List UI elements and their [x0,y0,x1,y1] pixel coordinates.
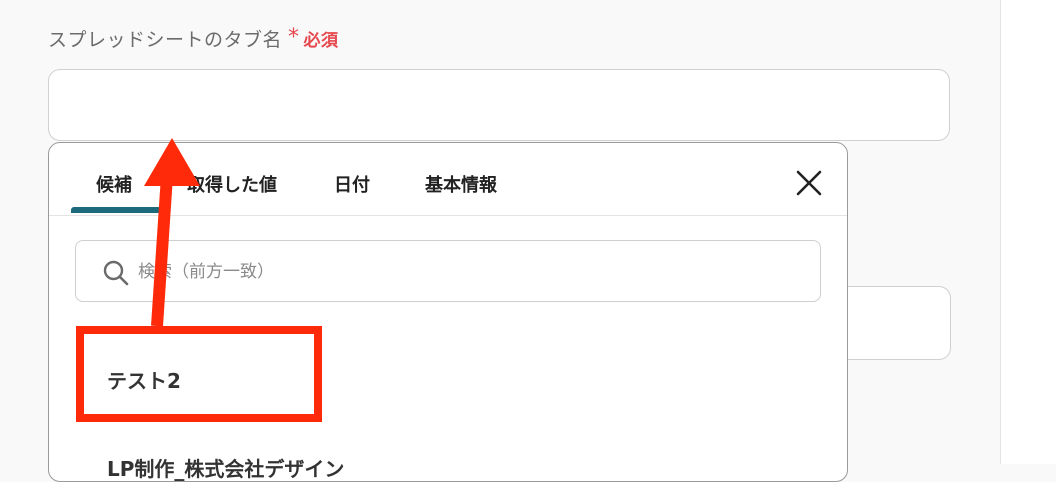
tab-date[interactable]: 日付 [334,171,370,197]
list-item[interactable]: LP制作_株式会社デザイン [107,453,344,481]
search-input[interactable] [136,251,800,293]
tab-candidates[interactable]: 候補 [96,171,132,197]
annotation-highlight-box [76,326,322,422]
tab-name-input[interactable] [48,69,950,141]
tab-acquired-values[interactable]: 取得した値 [187,171,277,197]
close-button[interactable] [793,167,825,199]
active-tab-indicator [71,207,161,213]
field-label-text: スプレッドシートのタブ名 [48,28,283,51]
suggestion-popup: 候補 取得した値 日付 基本情報 テスト2 LP制作_株式会社デザイン [48,142,848,482]
tab-basic-info[interactable]: 基本情報 [425,171,497,197]
required-asterisk: * [288,25,300,50]
required-label: 必須 [303,30,339,51]
search-box[interactable] [75,240,821,302]
close-icon [796,170,822,196]
obscured-input-field[interactable] [848,286,951,360]
search-icon [103,260,129,286]
popup-tab-bar: 候補 取得した値 日付 基本情報 [49,143,847,216]
right-pane [1000,0,1056,464]
tab-name-field-label: スプレッドシートのタブ名 * 必須 [48,24,339,52]
